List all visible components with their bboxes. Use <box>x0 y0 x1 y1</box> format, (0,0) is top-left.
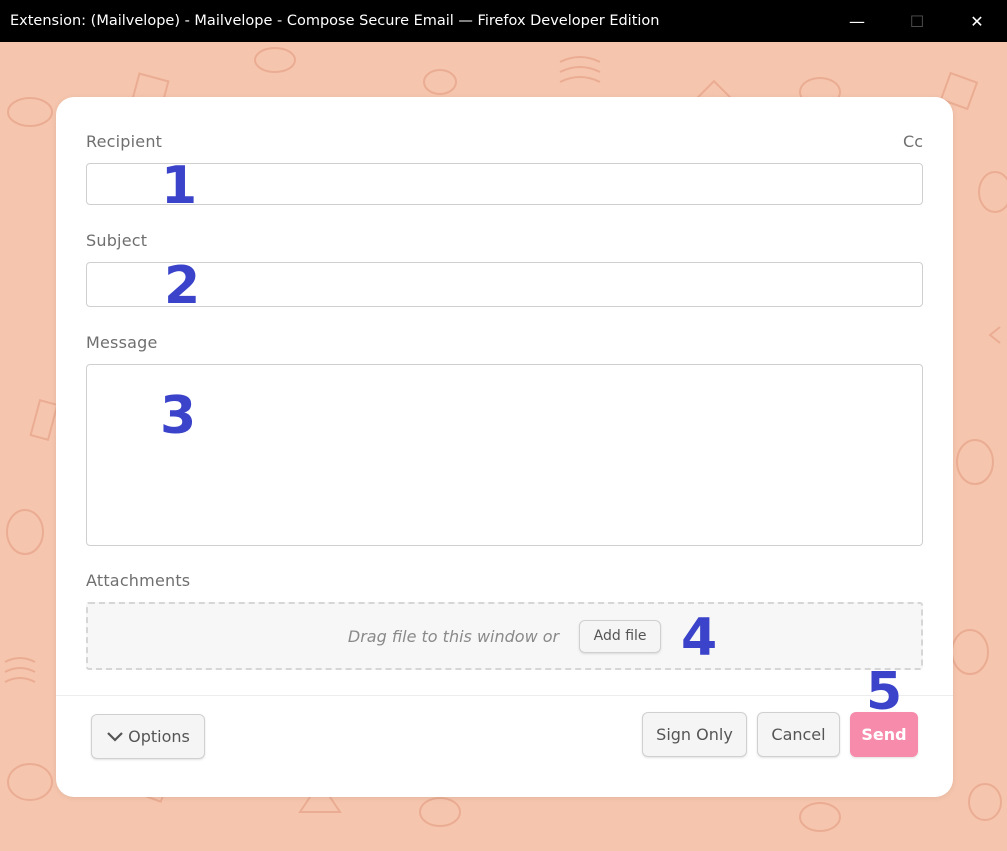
cancel-button[interactable]: Cancel <box>757 712 840 757</box>
annotation-marker-4: 4 <box>681 608 718 668</box>
subject-input[interactable] <box>86 262 923 307</box>
footer-divider <box>56 695 953 696</box>
minimize-button[interactable]: — <box>827 0 887 42</box>
recipient-input[interactable] <box>86 163 923 205</box>
annotation-marker-2: 2 <box>164 256 201 316</box>
window-titlebar: Extension: (Mailvelope) - Mailvelope - C… <box>0 0 1007 42</box>
options-button[interactable]: Options <box>91 714 205 759</box>
sign-only-button[interactable]: Sign Only <box>642 712 747 757</box>
add-file-button[interactable]: Add file <box>579 619 662 653</box>
maximize-button[interactable]: ☐ <box>887 0 947 42</box>
message-label: Message <box>86 333 158 352</box>
subject-label: Subject <box>86 231 148 250</box>
options-label: Options <box>128 727 190 746</box>
drag-file-hint: Drag file to this window or <box>347 626 560 646</box>
annotation-marker-1: 1 <box>161 156 198 216</box>
cc-link[interactable]: Cc <box>903 132 923 151</box>
attachments-label: Attachments <box>86 571 191 590</box>
recipient-label: Recipient <box>86 132 163 151</box>
attachment-drop-zone[interactable]: Drag file to this window or Add file <box>86 602 923 670</box>
annotation-marker-3: 3 <box>160 386 197 446</box>
close-window-button[interactable]: ✕ <box>947 0 1007 42</box>
message-textarea[interactable] <box>86 364 923 546</box>
window-title: Extension: (Mailvelope) - Mailvelope - C… <box>10 13 660 29</box>
annotation-marker-5: 5 <box>866 662 903 722</box>
chevron-down-icon <box>107 731 123 742</box>
